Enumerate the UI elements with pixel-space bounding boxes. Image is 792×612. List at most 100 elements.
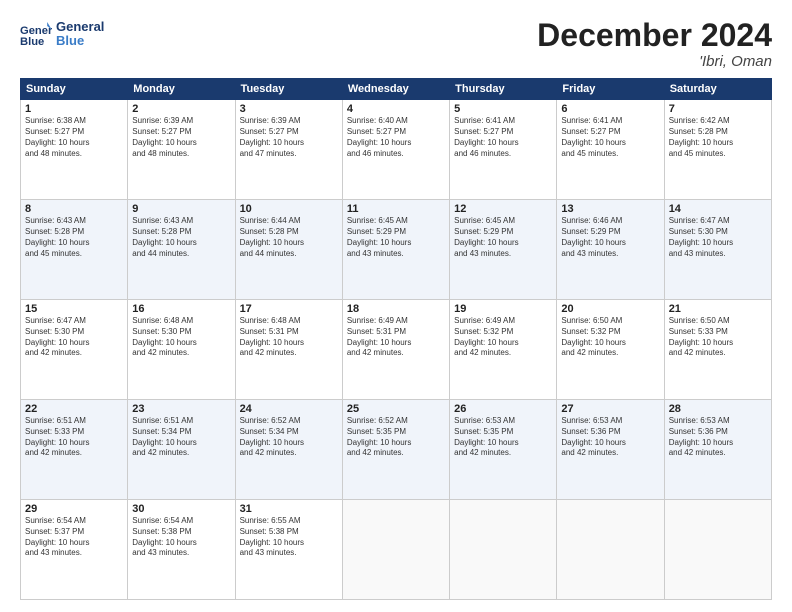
calendar-cell: 14Sunrise: 6:47 AMSunset: 5:30 PMDayligh… — [664, 200, 771, 300]
day-info: Sunrise: 6:47 AMSunset: 5:30 PMDaylight:… — [25, 316, 123, 359]
calendar-table: Sunday Monday Tuesday Wednesday Thursday… — [20, 78, 772, 600]
day-info: Sunrise: 6:47 AMSunset: 5:30 PMDaylight:… — [669, 216, 767, 259]
calendar-cell: 22Sunrise: 6:51 AMSunset: 5:33 PMDayligh… — [21, 400, 128, 500]
col-sunday: Sunday — [21, 79, 128, 100]
week-row-2: 8Sunrise: 6:43 AMSunset: 5:28 PMDaylight… — [21, 200, 772, 300]
calendar-cell: 21Sunrise: 6:50 AMSunset: 5:33 PMDayligh… — [664, 300, 771, 400]
day-number: 8 — [25, 203, 123, 215]
day-number: 15 — [25, 303, 123, 315]
calendar-cell — [664, 500, 771, 600]
calendar-cell: 1Sunrise: 6:38 AMSunset: 5:27 PMDaylight… — [21, 100, 128, 200]
day-info: Sunrise: 6:42 AMSunset: 5:28 PMDaylight:… — [669, 116, 767, 159]
day-info: Sunrise: 6:38 AMSunset: 5:27 PMDaylight:… — [25, 116, 123, 159]
day-info: Sunrise: 6:41 AMSunset: 5:27 PMDaylight:… — [454, 116, 552, 159]
day-number: 14 — [669, 203, 767, 215]
calendar-cell: 27Sunrise: 6:53 AMSunset: 5:36 PMDayligh… — [557, 400, 664, 500]
calendar-cell: 4Sunrise: 6:40 AMSunset: 5:27 PMDaylight… — [342, 100, 449, 200]
calendar-cell — [342, 500, 449, 600]
day-info: Sunrise: 6:48 AMSunset: 5:31 PMDaylight:… — [240, 316, 338, 359]
day-number: 5 — [454, 103, 552, 115]
day-info: Sunrise: 6:52 AMSunset: 5:34 PMDaylight:… — [240, 416, 338, 459]
day-number: 13 — [561, 203, 659, 215]
calendar-cell: 15Sunrise: 6:47 AMSunset: 5:30 PMDayligh… — [21, 300, 128, 400]
day-number: 23 — [132, 403, 230, 415]
day-number: 26 — [454, 403, 552, 415]
day-info: Sunrise: 6:52 AMSunset: 5:35 PMDaylight:… — [347, 416, 445, 459]
day-info: Sunrise: 6:46 AMSunset: 5:29 PMDaylight:… — [561, 216, 659, 259]
day-info: Sunrise: 6:48 AMSunset: 5:30 PMDaylight:… — [132, 316, 230, 359]
day-info: Sunrise: 6:53 AMSunset: 5:36 PMDaylight:… — [669, 416, 767, 459]
calendar-cell: 31Sunrise: 6:55 AMSunset: 5:38 PMDayligh… — [235, 500, 342, 600]
day-number: 3 — [240, 103, 338, 115]
day-info: Sunrise: 6:49 AMSunset: 5:31 PMDaylight:… — [347, 316, 445, 359]
day-number: 21 — [669, 303, 767, 315]
day-number: 25 — [347, 403, 445, 415]
logo-icon: General Blue — [20, 18, 52, 50]
calendar-cell: 5Sunrise: 6:41 AMSunset: 5:27 PMDaylight… — [450, 100, 557, 200]
header: General Blue General Blue December 2024 … — [20, 18, 772, 70]
calendar-cell: 30Sunrise: 6:54 AMSunset: 5:38 PMDayligh… — [128, 500, 235, 600]
day-number: 22 — [25, 403, 123, 415]
col-monday: Monday — [128, 79, 235, 100]
day-info: Sunrise: 6:54 AMSunset: 5:38 PMDaylight:… — [132, 516, 230, 559]
calendar-cell — [557, 500, 664, 600]
title-block: December 2024 'Ibri, Oman — [537, 18, 772, 70]
day-number: 17 — [240, 303, 338, 315]
calendar-cell: 17Sunrise: 6:48 AMSunset: 5:31 PMDayligh… — [235, 300, 342, 400]
day-info: Sunrise: 6:45 AMSunset: 5:29 PMDaylight:… — [347, 216, 445, 259]
calendar-cell: 23Sunrise: 6:51 AMSunset: 5:34 PMDayligh… — [128, 400, 235, 500]
calendar-cell: 16Sunrise: 6:48 AMSunset: 5:30 PMDayligh… — [128, 300, 235, 400]
header-row: Sunday Monday Tuesday Wednesday Thursday… — [21, 79, 772, 100]
day-info: Sunrise: 6:39 AMSunset: 5:27 PMDaylight:… — [240, 116, 338, 159]
calendar-cell: 26Sunrise: 6:53 AMSunset: 5:35 PMDayligh… — [450, 400, 557, 500]
calendar-cell: 28Sunrise: 6:53 AMSunset: 5:36 PMDayligh… — [664, 400, 771, 500]
calendar-cell: 7Sunrise: 6:42 AMSunset: 5:28 PMDaylight… — [664, 100, 771, 200]
day-info: Sunrise: 6:53 AMSunset: 5:36 PMDaylight:… — [561, 416, 659, 459]
day-info: Sunrise: 6:50 AMSunset: 5:32 PMDaylight:… — [561, 316, 659, 359]
day-info: Sunrise: 6:40 AMSunset: 5:27 PMDaylight:… — [347, 116, 445, 159]
day-info: Sunrise: 6:45 AMSunset: 5:29 PMDaylight:… — [454, 216, 552, 259]
logo-line1: General — [56, 20, 104, 34]
col-thursday: Thursday — [450, 79, 557, 100]
day-number: 1 — [25, 103, 123, 115]
day-number: 29 — [25, 503, 123, 515]
day-info: Sunrise: 6:53 AMSunset: 5:35 PMDaylight:… — [454, 416, 552, 459]
day-number: 27 — [561, 403, 659, 415]
logo-line2: Blue — [56, 34, 104, 48]
svg-text:General: General — [20, 25, 52, 37]
week-row-5: 29Sunrise: 6:54 AMSunset: 5:37 PMDayligh… — [21, 500, 772, 600]
logo: General Blue General Blue — [20, 18, 104, 50]
calendar-cell: 18Sunrise: 6:49 AMSunset: 5:31 PMDayligh… — [342, 300, 449, 400]
calendar-cell: 2Sunrise: 6:39 AMSunset: 5:27 PMDaylight… — [128, 100, 235, 200]
calendar-cell: 12Sunrise: 6:45 AMSunset: 5:29 PMDayligh… — [450, 200, 557, 300]
calendar-cell: 3Sunrise: 6:39 AMSunset: 5:27 PMDaylight… — [235, 100, 342, 200]
day-number: 10 — [240, 203, 338, 215]
day-info: Sunrise: 6:51 AMSunset: 5:34 PMDaylight:… — [132, 416, 230, 459]
day-info: Sunrise: 6:49 AMSunset: 5:32 PMDaylight:… — [454, 316, 552, 359]
day-number: 19 — [454, 303, 552, 315]
day-number: 24 — [240, 403, 338, 415]
col-friday: Friday — [557, 79, 664, 100]
calendar-cell: 29Sunrise: 6:54 AMSunset: 5:37 PMDayligh… — [21, 500, 128, 600]
svg-text:Blue: Blue — [20, 36, 44, 48]
calendar-cell: 6Sunrise: 6:41 AMSunset: 5:27 PMDaylight… — [557, 100, 664, 200]
calendar-cell: 20Sunrise: 6:50 AMSunset: 5:32 PMDayligh… — [557, 300, 664, 400]
calendar-cell: 13Sunrise: 6:46 AMSunset: 5:29 PMDayligh… — [557, 200, 664, 300]
day-number: 16 — [132, 303, 230, 315]
calendar-title: December 2024 — [537, 18, 772, 53]
calendar-cell: 8Sunrise: 6:43 AMSunset: 5:28 PMDaylight… — [21, 200, 128, 300]
day-number: 31 — [240, 503, 338, 515]
day-number: 6 — [561, 103, 659, 115]
day-number: 4 — [347, 103, 445, 115]
week-row-3: 15Sunrise: 6:47 AMSunset: 5:30 PMDayligh… — [21, 300, 772, 400]
calendar-subtitle: 'Ibri, Oman — [537, 53, 772, 70]
day-number: 18 — [347, 303, 445, 315]
day-info: Sunrise: 6:50 AMSunset: 5:33 PMDaylight:… — [669, 316, 767, 359]
day-number: 2 — [132, 103, 230, 115]
calendar-cell: 11Sunrise: 6:45 AMSunset: 5:29 PMDayligh… — [342, 200, 449, 300]
day-number: 7 — [669, 103, 767, 115]
day-number: 20 — [561, 303, 659, 315]
week-row-1: 1Sunrise: 6:38 AMSunset: 5:27 PMDaylight… — [21, 100, 772, 200]
calendar-cell: 10Sunrise: 6:44 AMSunset: 5:28 PMDayligh… — [235, 200, 342, 300]
day-info: Sunrise: 6:44 AMSunset: 5:28 PMDaylight:… — [240, 216, 338, 259]
